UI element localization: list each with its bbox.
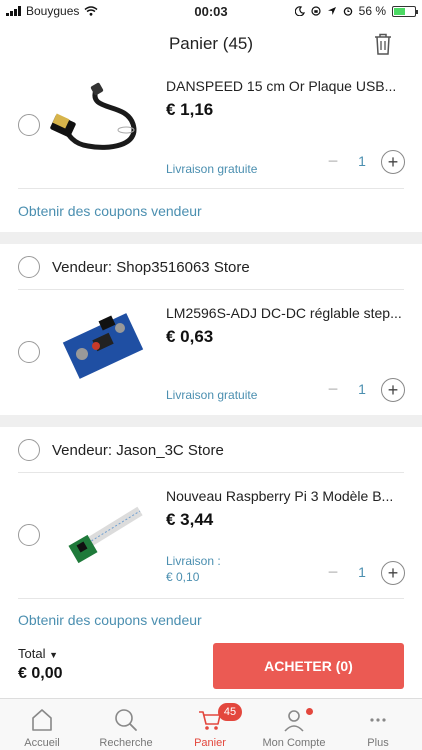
cart-section-1: DANSPEED 15 cm Or Plaque USB... € 1,16 L… xyxy=(0,68,422,232)
item-3-shipping-label: Livraison : xyxy=(166,554,221,568)
tab-cart-label: Panier xyxy=(194,737,226,749)
item-3-quantity-stepper: − 1 + xyxy=(321,561,405,587)
cart-header: Panier (45) xyxy=(0,22,422,68)
item-2-checkbox[interactable] xyxy=(18,341,40,363)
notification-dot xyxy=(306,708,313,715)
item-1-image[interactable] xyxy=(48,72,156,180)
cart-section-2: Vendeur: Shop3516063 Store LM2596S-ADJ D… xyxy=(0,244,422,415)
tab-home[interactable]: Accueil xyxy=(0,699,84,750)
search-icon xyxy=(115,709,137,731)
item-1-checkbox[interactable] xyxy=(18,114,40,136)
item-1-name[interactable]: DANSPEED 15 cm Or Plaque USB... xyxy=(166,78,406,94)
cart-section-3: Vendeur: Jason_3C Store Nouveau Raspberr… xyxy=(0,427,422,636)
item-1-increase-button[interactable]: + xyxy=(381,150,405,174)
tab-home-label: Accueil xyxy=(24,737,60,749)
tab-bar: Accueil Recherche 45 Panier Mon Compte P… xyxy=(0,698,422,750)
person-icon xyxy=(284,710,304,732)
battery-icon xyxy=(392,5,418,17)
item-3-decrease-button[interactable]: − xyxy=(321,561,345,585)
vendor-2-checkbox[interactable] xyxy=(18,439,40,461)
item-2-image[interactable] xyxy=(48,298,156,406)
item-3-increase-button[interactable]: + xyxy=(381,561,405,585)
home-icon xyxy=(32,709,52,731)
alarm-icon xyxy=(343,7,352,16)
tab-more[interactable]: Plus xyxy=(336,699,420,750)
item-3-shipping-cost: € 0,10 xyxy=(166,570,200,584)
item-3-name[interactable]: Nouveau Raspberry Pi 3 Modèle B... xyxy=(166,488,406,504)
item-2-decrease-button[interactable]: − xyxy=(321,378,345,402)
item-1-price: € 1,16 xyxy=(166,100,214,119)
item-2-shipping: Livraison gratuite xyxy=(166,388,258,402)
item-2-quantity-stepper: − 1 + xyxy=(321,378,405,404)
page-title: Panier (45) xyxy=(168,34,254,53)
vendor-2-name[interactable]: Vendeur: Jason_3C Store xyxy=(52,442,224,459)
tab-cart[interactable]: 45 Panier xyxy=(168,699,252,750)
coupon-link-2[interactable]: Obtenir des coupons vendeur xyxy=(18,612,202,628)
tab-search[interactable]: Recherche xyxy=(84,699,168,750)
item-1-shipping: Livraison gratuite xyxy=(166,162,258,176)
caret-down-icon: ▼ xyxy=(49,650,59,660)
moon-icon xyxy=(294,6,305,16)
vendor-1-checkbox[interactable] xyxy=(18,256,40,278)
total-dropdown[interactable]: Total ▼ xyxy=(18,646,58,661)
item-1-quantity-stepper: − 1 + xyxy=(321,150,405,176)
divider xyxy=(18,472,404,473)
tab-account[interactable]: Mon Compte xyxy=(252,699,336,750)
divider xyxy=(18,598,404,599)
lock-rotation-icon xyxy=(311,6,321,16)
item-3-checkbox[interactable] xyxy=(18,524,40,546)
more-icon xyxy=(370,718,386,722)
item-3-image[interactable] xyxy=(48,481,156,589)
item-2-price: € 0,63 xyxy=(166,327,214,346)
tab-account-label: Mon Compte xyxy=(262,737,326,749)
trash-icon[interactable] xyxy=(372,32,394,56)
tab-search-label: Recherche xyxy=(99,737,153,749)
divider xyxy=(18,188,404,189)
battery-percent: 56 % xyxy=(358,4,386,18)
item-3-quantity[interactable]: 1 xyxy=(351,564,373,580)
coupon-link-1[interactable]: Obtenir des coupons vendeur xyxy=(18,203,202,219)
item-2-quantity[interactable]: 1 xyxy=(351,381,373,397)
cart-count-badge: 45 xyxy=(218,703,242,721)
divider xyxy=(18,289,404,290)
item-1-decrease-button[interactable]: − xyxy=(321,150,345,174)
total-label: Total xyxy=(18,646,46,661)
item-2-name[interactable]: LM2596S-ADJ DC-DC réglable step... xyxy=(166,305,406,321)
item-2-increase-button[interactable]: + xyxy=(381,378,405,402)
status-right: 56 % xyxy=(294,4,418,18)
checkout-bar: Total ▼ € 0,00 ACHETER (0) xyxy=(0,636,422,698)
total-value: € 0,00 xyxy=(18,665,63,682)
location-icon xyxy=(327,7,336,15)
item-1-quantity[interactable]: 1 xyxy=(351,153,373,169)
vendor-1-name[interactable]: Vendeur: Shop3516063 Store xyxy=(52,259,250,276)
item-3-price: € 3,44 xyxy=(166,510,214,529)
status-bar: Bouygues 00:03 56 % xyxy=(0,0,422,22)
buy-button[interactable]: ACHETER (0) xyxy=(213,643,404,689)
tab-more-label: Plus xyxy=(367,737,389,749)
